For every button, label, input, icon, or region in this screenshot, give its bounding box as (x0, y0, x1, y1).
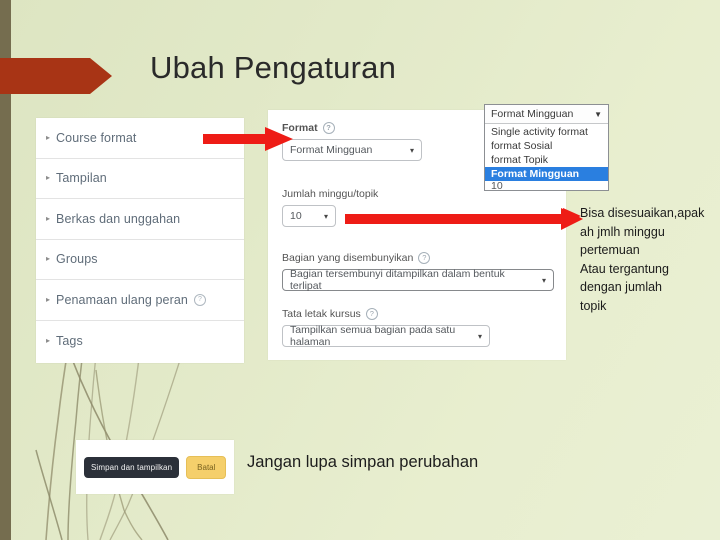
annotation-line-4: Atau tergantung (580, 261, 669, 276)
field-jumlah-minggu: Jumlah minggu/topik 10 ▾ (282, 188, 379, 227)
help-icon[interactable]: ? (365, 308, 378, 320)
settings-label: Groups (56, 252, 98, 267)
settings-label: Penamaan ulang peran (56, 292, 188, 307)
settings-label: Tampilan (56, 171, 107, 186)
chevron-down-icon: ▾ (323, 211, 328, 221)
slide-canvas: Ubah Pengaturan ▸ Course format ▸ Tampil… (0, 0, 720, 540)
dropdown-selected-value: Format Mingguan (491, 108, 574, 120)
annotation-line-3: pertemuan (580, 243, 640, 257)
format-dropdown-popup[interactable]: Format Mingguan ▼ Single activity format… (484, 104, 609, 191)
save-and-display-button[interactable]: Simpan dan tampilkan (84, 456, 180, 478)
settings-label: Tags (56, 333, 83, 348)
bottom-note: Jangan lupa simpan perubahan (247, 453, 479, 471)
jumlah-minggu-select[interactable]: 10 ▾ (282, 205, 336, 227)
field-bagian-disembunyikan: Bagian yang disembunyikan ? Bagian terse… (282, 252, 554, 292)
form-buttons-panel: Simpan dan tampilkan Batal (76, 440, 234, 494)
settings-row-berkas-dan-unggahan[interactable]: ▸ Berkas dan unggahan (36, 199, 244, 240)
jumlah-minggu-select-value: 10 (290, 210, 302, 222)
field-tata-letak-kursus-label: Tata letak kursus ? (282, 308, 490, 320)
bagian-disembunyikan-select[interactable]: Bagian tersembunyi ditampilkan dalam ben… (282, 268, 554, 292)
settings-row-groups[interactable]: ▸ Groups (36, 240, 244, 280)
annotation-line-5: dengan jumlah (580, 280, 663, 294)
chevron-down-icon: ▾ (409, 145, 414, 155)
dropdown-option-format-sosial[interactable]: format Sosial (485, 139, 608, 153)
chevron-right-icon: ▸ (46, 173, 51, 183)
dropdown-option-list: Single activity format format Sosial for… (485, 124, 608, 190)
cancel-button[interactable]: Batal (186, 455, 227, 479)
format-select[interactable]: Format Mingguan ▾ (282, 139, 422, 161)
help-icon[interactable]: ? (418, 252, 431, 264)
settings-row-penamaan-ulang-peran[interactable]: ▸ Penamaan ulang peran ? (36, 280, 244, 321)
annotation-line-6: topik (580, 298, 607, 313)
field-tata-letak-kursus: Tata letak kursus ? Tampilkan semua bagi… (282, 308, 490, 348)
chevron-right-icon: ▸ (46, 213, 51, 223)
field-jumlah-minggu-label: Jumlah minggu/topik (282, 188, 379, 200)
page-title: Ubah Pengaturan (150, 50, 397, 85)
red-arrow-to-annotation (345, 208, 583, 230)
settings-row-tags[interactable]: ▸ Tags (36, 321, 244, 362)
annotation-line-1: Bisa disesuaikan,apak (580, 206, 705, 220)
chevron-down-icon: ▼ (594, 109, 602, 119)
help-icon[interactable]: ? (322, 122, 335, 134)
course-settings-panel: ▸ Course format ▸ Tampilan ▸ Berkas dan … (36, 118, 244, 363)
chevron-right-icon: ▸ (46, 254, 51, 264)
chevron-down-icon: ▾ (541, 275, 546, 285)
dropdown-option-format-mingguan[interactable]: Format Mingguan (485, 167, 608, 181)
format-select-value: Format Mingguan (290, 144, 373, 156)
settings-label: Course format (56, 130, 137, 145)
chevron-arrow-icon (0, 58, 112, 94)
tata-letak-kursus-select-value: Tampilkan semua bagian pada satu halaman (290, 324, 456, 348)
chevron-right-icon: ▸ (46, 132, 51, 142)
bagian-disembunyikan-select-value: Bagian tersembunyi ditampilkan dalam ben… (290, 268, 505, 292)
red-arrow-to-format-dropdown (203, 127, 293, 151)
annotation-line-2: ah jmlh minggu (580, 224, 665, 239)
dropdown-option-clipped[interactable]: 10 (485, 181, 608, 190)
settings-label: Berkas dan unggahan (56, 211, 181, 226)
annotation-text: Bisa disesuaikan,apak ah jmlh minggu per… (580, 204, 712, 315)
chevron-right-icon: ▸ (46, 294, 51, 304)
field-format-label: Format ? (282, 122, 422, 134)
dropdown-option-format-topik[interactable]: format Topik (485, 153, 608, 167)
field-format: Format ? Format Mingguan ▾ (282, 122, 422, 161)
dropdown-selected-header[interactable]: Format Mingguan ▼ (485, 105, 608, 124)
dropdown-option-single-activity[interactable]: Single activity format (485, 125, 608, 139)
settings-row-tampilan[interactable]: ▸ Tampilan (36, 159, 244, 199)
chevron-down-icon: ▾ (477, 331, 482, 341)
chevron-right-icon: ▸ (46, 335, 51, 345)
help-icon[interactable]: ? (193, 293, 206, 306)
tata-letak-kursus-select[interactable]: Tampilkan semua bagian pada satu halaman… (282, 324, 490, 348)
field-bagian-disembunyikan-label: Bagian yang disembunyikan ? (282, 252, 554, 264)
